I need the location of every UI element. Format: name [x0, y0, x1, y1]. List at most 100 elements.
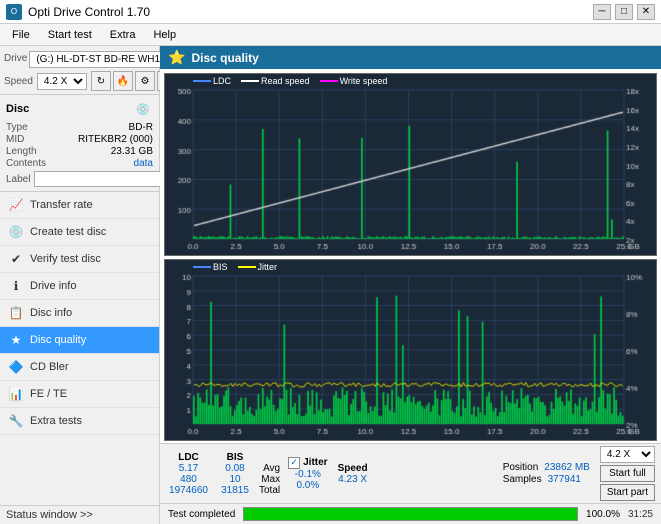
speed-dropdown[interactable]: 4.2 X: [600, 446, 655, 463]
position-key: Position: [503, 462, 539, 473]
burn-button[interactable]: 🔥: [113, 71, 133, 91]
menu-start-test[interactable]: Start test: [40, 27, 100, 43]
status-window-label: Status window >>: [6, 509, 93, 521]
verify-test-disc-icon: ✔: [8, 251, 24, 267]
main-area: Drive (G:) HL-DT-ST BD-RE WH16NS48 1.D3 …: [0, 46, 661, 524]
menu-extra[interactable]: Extra: [102, 27, 144, 43]
disc-quality-icon: ★: [8, 332, 24, 348]
ldc-canvas: [165, 74, 656, 255]
chart-header: ⭐ Disc quality: [160, 46, 661, 69]
avg-label: Avg: [263, 463, 280, 474]
row-labels: x Avg Max Total: [259, 452, 280, 496]
menu-help[interactable]: Help: [145, 27, 184, 43]
mid-value: RITEKBR2 (000): [78, 134, 153, 145]
write-speed-legend-item: Write speed: [320, 76, 388, 86]
refresh-button[interactable]: ↻: [91, 71, 111, 91]
drive-label: Drive: [4, 53, 27, 64]
sidebar: Drive (G:) HL-DT-ST BD-RE WH16NS48 1.D3 …: [0, 46, 160, 524]
nav-label-cd-bler: CD Bler: [30, 361, 69, 373]
contents-value: data: [134, 158, 153, 169]
bis-chart: BIS Jitter: [164, 259, 657, 441]
status-bar: Status window >>: [0, 505, 159, 524]
label-input[interactable]: [34, 171, 172, 187]
jitter-legend-color: [238, 266, 256, 268]
maximize-button[interactable]: □: [615, 4, 633, 20]
type-value: BD-R: [129, 122, 153, 133]
ldc-avg-value: 5.17: [179, 463, 198, 474]
jitter-avg: -0.1%: [295, 469, 321, 480]
position-value: 23862 MB: [544, 462, 590, 473]
minimize-button[interactable]: ─: [593, 4, 611, 20]
menubar: File Start test Extra Help: [0, 24, 661, 46]
read-speed-legend-color: [241, 80, 259, 82]
nav-label-create-test-disc: Create test disc: [30, 226, 106, 238]
sidebar-item-create-test-disc[interactable]: 💿 Create test disc: [0, 219, 159, 246]
chart2-legend: BIS Jitter: [193, 262, 277, 272]
titlebar-left: O Opti Drive Control 1.70: [6, 4, 150, 20]
start-full-button[interactable]: Start full: [600, 465, 655, 482]
sidebar-item-fe-te[interactable]: 📊 FE / TE: [0, 381, 159, 408]
jitter-checkbox[interactable]: ✓: [288, 457, 300, 469]
write-speed-legend-label: Write speed: [340, 76, 388, 86]
chart-header-icon: ⭐: [168, 49, 185, 66]
disc-label: Disc: [6, 103, 29, 115]
progress-bar-outer: [243, 507, 578, 521]
content-area: ⭐ Disc quality LDC Read speed Write spee…: [160, 46, 661, 524]
jitter-label: Jitter: [303, 457, 327, 468]
sidebar-item-cd-bler[interactable]: 🔷 CD Bler: [0, 354, 159, 381]
nav-label-fe-te: FE / TE: [30, 388, 67, 400]
charts-wrapper: LDC Read speed Write speed BIS Jitter: [160, 69, 661, 443]
sidebar-item-transfer-rate[interactable]: 📈 Transfer rate: [0, 192, 159, 219]
jitter-legend-item: Jitter: [238, 262, 278, 272]
sidebar-item-verify-test-disc[interactable]: ✔ Verify test disc: [0, 246, 159, 273]
drive-info-icon: ℹ: [8, 278, 24, 294]
ldc-max-value: 480: [180, 474, 197, 485]
jitter-header-row: ✓ Jitter: [288, 457, 327, 469]
nav-label-disc-info: Disc info: [30, 307, 72, 319]
settings-button[interactable]: ⚙: [135, 71, 155, 91]
titlebar: O Opti Drive Control 1.70 ─ □ ✕: [0, 0, 661, 24]
sidebar-item-disc-info[interactable]: 📋 Disc info: [0, 300, 159, 327]
time-display: 31:25: [628, 509, 653, 520]
label-key: Label: [6, 174, 30, 185]
speed-stats: Speed 4.23 X: [338, 463, 368, 485]
sidebar-item-disc-quality[interactable]: ★ Disc quality: [0, 327, 159, 354]
speed-stats-header: Speed: [338, 463, 368, 474]
sidebar-item-drive-info[interactable]: ℹ Drive info: [0, 273, 159, 300]
speed-label: Speed: [4, 76, 33, 87]
progress-bar-inner: [244, 508, 577, 520]
speed-select[interactable]: 4.2 X: [37, 73, 87, 90]
fe-te-icon: 📊: [8, 386, 24, 402]
ldc-chart: LDC Read speed Write speed: [164, 73, 657, 256]
create-test-disc-icon: 💿: [8, 224, 24, 240]
read-speed-legend-label: Read speed: [261, 76, 310, 86]
ldc-total-value: 1974660: [169, 485, 208, 496]
stats-bar: LDC 5.17 480 1974660 BIS 0.08 10 31815 x…: [160, 443, 661, 503]
start-part-button[interactable]: Start part: [600, 484, 655, 501]
menu-file[interactable]: File: [4, 27, 38, 43]
total-label: Total: [259, 485, 280, 496]
bis-legend-color: [193, 266, 211, 268]
disc-section: Disc 💿 Type BD-R MID RITEKBR2 (000) Leng…: [0, 95, 159, 192]
status-window-button[interactable]: Status window >>: [6, 509, 153, 521]
progress-area: Test completed 100.0% 31:25: [160, 503, 661, 524]
sidebar-item-extra-tests[interactable]: 🔧 Extra tests: [0, 408, 159, 435]
ldc-stats-header: LDC: [178, 452, 199, 463]
nav-label-disc-quality: Disc quality: [30, 334, 86, 346]
bis-legend-label: BIS: [213, 262, 228, 272]
extra-tests-icon: 🔧: [8, 413, 24, 429]
nav-label-extra-tests: Extra tests: [30, 415, 82, 427]
status-text: Test completed: [168, 509, 235, 520]
titlebar-controls: ─ □ ✕: [593, 4, 655, 20]
speed-control: 4.2 X Start full Start part: [600, 446, 655, 501]
position-row: Position 23862 MB: [503, 462, 590, 473]
disc-info-icon: 📋: [8, 305, 24, 321]
bis-stats-header: BIS: [227, 452, 244, 463]
bis-max-value: 10: [229, 474, 240, 485]
close-button[interactable]: ✕: [637, 4, 655, 20]
read-speed-legend-item: Read speed: [241, 76, 310, 86]
samples-key: Samples: [503, 474, 542, 485]
mid-key: MID: [6, 134, 24, 145]
nav-label-transfer-rate: Transfer rate: [30, 199, 93, 211]
bis-total-value: 31815: [221, 485, 249, 496]
